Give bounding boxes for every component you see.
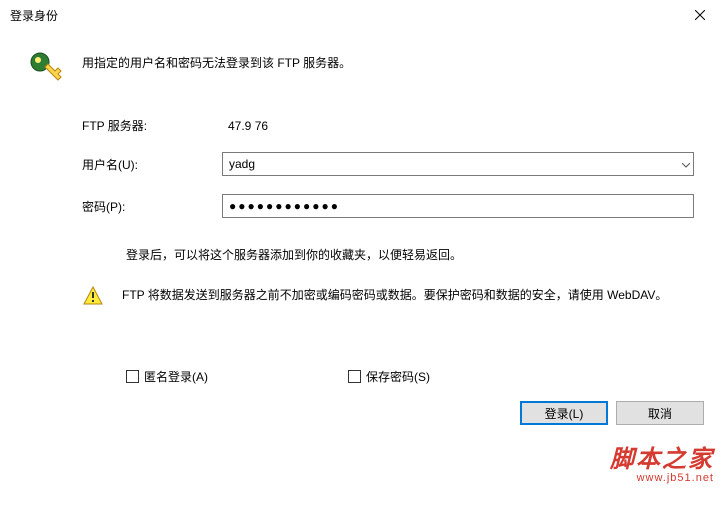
- server-row: FTP 服务器: 47.9 76: [28, 117, 694, 134]
- username-row: 用户名(U):: [28, 152, 694, 176]
- button-row: 登录(L) 取消: [0, 385, 722, 425]
- info-text: 登录后，可以将这个服务器添加到你的收藏夹，以便轻易返回。: [28, 246, 694, 263]
- anonymous-label: 匿名登录(A): [144, 368, 208, 385]
- username-label: 用户名(U):: [82, 156, 222, 173]
- save-password-label: 保存密码(S): [366, 368, 430, 385]
- checkbox-box-icon: [348, 370, 361, 383]
- titlebar: 登录身份: [0, 0, 722, 30]
- password-label: 密码(P):: [82, 198, 222, 215]
- warning-icon: [82, 285, 104, 310]
- server-value: 47.9 76: [222, 119, 268, 133]
- warning-row: FTP 将数据发送到服务器之前不加密或编码密码或数据。要保护密码和数据的安全，请…: [28, 285, 694, 310]
- watermark-big: 脚本之家: [610, 439, 714, 474]
- header-message: 用指定的用户名和密码无法登录到该 FTP 服务器。: [82, 50, 351, 71]
- login-button[interactable]: 登录(L): [520, 401, 608, 425]
- warning-text: FTP 将数据发送到服务器之前不加密或编码密码或数据。要保护密码和数据的安全，请…: [122, 285, 667, 305]
- username-input[interactable]: [222, 152, 694, 176]
- watermark: 脚本之家 www.jb51.net: [610, 439, 714, 484]
- save-password-checkbox[interactable]: 保存密码(S): [348, 368, 430, 385]
- close-icon: [695, 10, 705, 20]
- password-input[interactable]: [222, 194, 694, 218]
- header-row: 用指定的用户名和密码无法登录到该 FTP 服务器。: [28, 50, 694, 89]
- dialog-content: 用指定的用户名和密码无法登录到该 FTP 服务器。 FTP 服务器: 47.9 …: [0, 30, 722, 385]
- anonymous-checkbox[interactable]: 匿名登录(A): [126, 368, 208, 385]
- close-button[interactable]: [677, 0, 722, 30]
- password-row: 密码(P):: [28, 194, 694, 218]
- key-icon: [28, 50, 64, 89]
- cancel-button[interactable]: 取消: [616, 401, 704, 425]
- checkbox-box-icon: [126, 370, 139, 383]
- watermark-small: www.jb51.net: [610, 472, 714, 484]
- checkbox-row: 匿名登录(A) 保存密码(S): [28, 368, 694, 385]
- window-title: 登录身份: [10, 7, 58, 24]
- server-label: FTP 服务器:: [82, 117, 222, 134]
